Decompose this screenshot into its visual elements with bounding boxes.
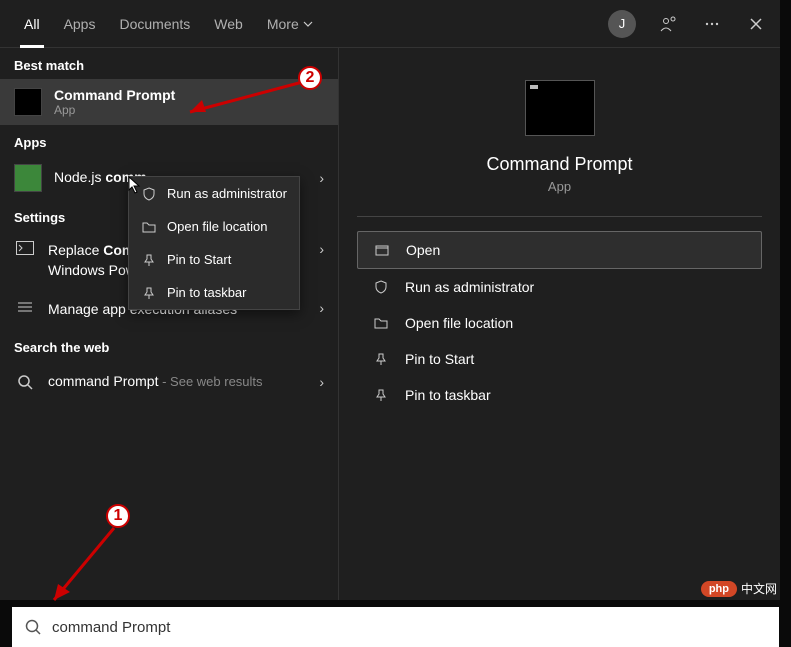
search-icon [24,618,42,636]
context-menu: Run as administrator Open file location … [128,176,300,310]
action-label: Pin to Start [405,351,474,367]
watermark-pill: php [701,581,737,597]
feedback-button[interactable] [656,12,680,36]
t: Replace [48,242,103,258]
action-pin-taskbar[interactable]: Pin to taskbar [357,377,762,413]
shield-icon [373,280,389,294]
result-subtitle: App [54,103,324,117]
chevron-right-icon: › [319,170,324,186]
pin-icon [141,286,157,300]
context-label: Pin to taskbar [167,285,247,300]
tabs-row: All Apps Documents Web More J [0,0,780,48]
tab-all[interactable]: All [12,0,52,48]
tab-documents[interactable]: Documents [107,0,202,48]
close-button[interactable] [744,12,768,36]
nodejs-icon [14,164,42,192]
action-open-location[interactable]: Open file location [357,305,762,341]
context-label: Pin to Start [167,252,231,267]
web-sub: - See web results [158,374,262,389]
web-result-0[interactable]: command Prompt - See web results › [0,361,338,403]
web-text: command Prompt [48,373,158,389]
search-icon [14,374,36,390]
tabs-right: J [608,10,768,38]
cursor-icon [128,176,142,194]
context-pin-start[interactable]: Pin to Start [129,243,299,276]
tab-more[interactable]: More [255,0,325,48]
result-text: Command Prompt App [54,87,324,117]
user-avatar[interactable]: J [608,10,636,38]
pin-icon [373,352,389,366]
chevron-right-icon: › [319,374,324,390]
search-bar[interactable] [12,607,779,647]
divider [357,216,762,217]
pin-icon [141,253,157,267]
pin-icon [373,388,389,402]
context-label: Run as administrator [167,186,287,201]
action-pin-start[interactable]: Pin to Start [357,341,762,377]
action-label: Pin to taskbar [405,387,491,403]
action-run-admin[interactable]: Run as administrator [357,269,762,305]
context-run-admin[interactable]: Run as administrator [129,177,299,210]
action-label: Run as administrator [405,279,534,295]
tab-apps[interactable]: Apps [52,0,108,48]
person-feedback-icon [659,15,677,33]
aliases-icon [14,300,36,314]
results-pane: Best match Command Prompt App Apps Node.… [0,48,338,600]
ellipsis-icon [703,15,721,33]
folder-icon [141,220,157,234]
chevron-right-icon: › [319,300,324,316]
action-label: Open [406,242,440,258]
watermark: php 中文网 [701,580,777,597]
terminal-replace-icon [14,241,36,255]
web-text-wrap: command Prompt - See web results [48,373,263,391]
result-title: Command Prompt [54,87,175,103]
section-best-match: Best match [0,48,338,79]
best-match-result[interactable]: Command Prompt App [0,79,338,125]
open-icon [374,243,390,257]
more-options-button[interactable] [700,12,724,36]
action-open[interactable]: Open [357,231,762,269]
shield-icon [141,187,157,201]
preview-pane: Command Prompt App Open Run as administr… [338,48,780,600]
context-pin-taskbar[interactable]: Pin to taskbar [129,276,299,309]
result-prefix: Node.js [54,169,105,185]
close-icon [749,17,763,31]
preview-cmd-icon [525,80,595,136]
action-list: Open Run as administrator Open file loca… [357,231,762,413]
start-search-window: All Apps Documents Web More J Best match [0,0,780,600]
watermark-text: 中文网 [741,580,777,597]
content-area: Best match Command Prompt App Apps Node.… [0,48,780,600]
chevron-down-icon [303,19,313,29]
folder-icon [373,316,389,330]
search-input[interactable] [52,619,767,636]
preview-subtitle: App [548,179,571,194]
context-open-location[interactable]: Open file location [129,210,299,243]
tab-web[interactable]: Web [202,0,255,48]
section-web: Search the web [0,330,338,361]
tab-more-label: More [267,16,299,32]
section-apps: Apps [0,125,338,156]
context-label: Open file location [167,219,267,234]
chevron-right-icon: › [319,241,324,257]
preview-content: Command Prompt App Open Run as administr… [357,68,762,413]
cmd-icon [14,88,42,116]
preview-title: Command Prompt [486,154,632,175]
action-label: Open file location [405,315,513,331]
